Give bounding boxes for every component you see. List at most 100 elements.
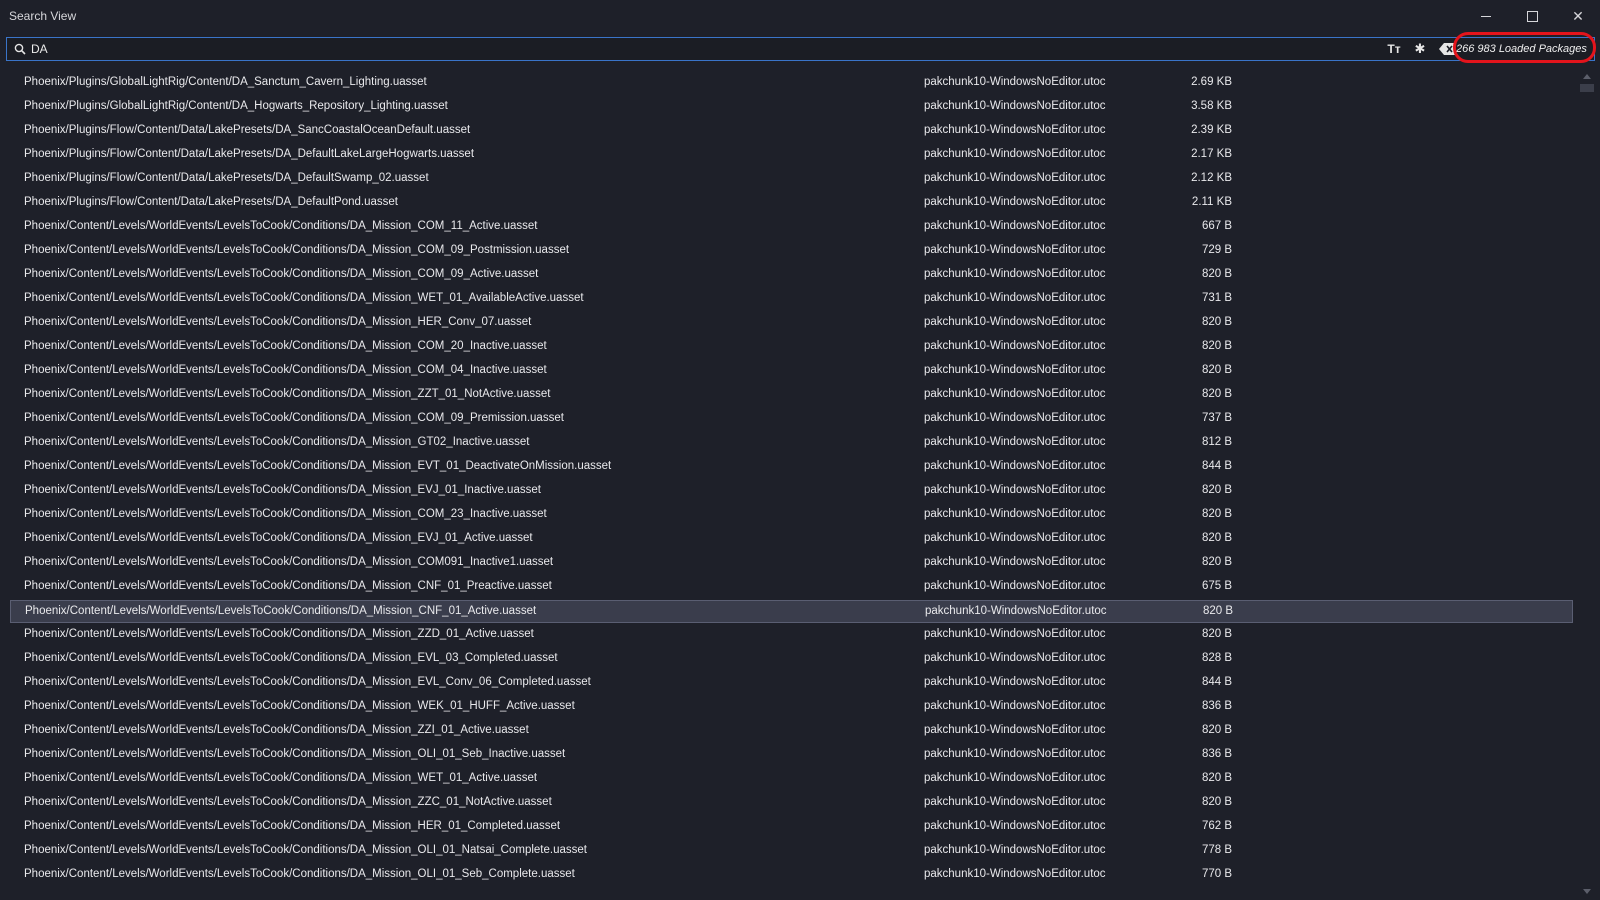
scroll-thumb[interactable] (1580, 84, 1594, 92)
result-row[interactable]: Phoenix/Content/Levels/WorldEvents/Level… (10, 312, 1573, 335)
result-row[interactable]: Phoenix/Plugins/Flow/Content/Data/LakePr… (10, 168, 1573, 191)
result-size: 2.11 KB (1191, 196, 1232, 208)
result-row[interactable]: Phoenix/Content/Levels/WorldEvents/Level… (10, 624, 1573, 647)
result-path: Phoenix/Content/Levels/WorldEvents/Level… (24, 820, 561, 832)
result-path: Phoenix/Content/Levels/WorldEvents/Level… (24, 292, 584, 304)
maximize-icon (1526, 10, 1538, 22)
result-row[interactable]: Phoenix/Content/Levels/WorldEvents/Level… (10, 528, 1573, 551)
result-package: pakchunk10-WindowsNoEditor.utoc (924, 460, 1106, 472)
result-path: Phoenix/Content/Levels/WorldEvents/Level… (25, 605, 537, 617)
match-case-icon[interactable]: Tт (1385, 41, 1403, 57)
result-row[interactable]: Phoenix/Content/Levels/WorldEvents/Level… (10, 336, 1573, 359)
result-path: Phoenix/Content/Levels/WorldEvents/Level… (24, 772, 538, 784)
loaded-packages-count: 266 983 Loaded Packages (1456, 43, 1587, 55)
result-row[interactable]: Phoenix/Content/Levels/WorldEvents/Level… (10, 672, 1573, 695)
result-package: pakchunk10-WindowsNoEditor.utoc (924, 580, 1106, 592)
result-path: Phoenix/Content/Levels/WorldEvents/Level… (24, 364, 547, 376)
scroll-down-icon[interactable] (1583, 889, 1591, 894)
result-size: 2.12 KB (1191, 172, 1232, 184)
result-path: Phoenix/Plugins/GlobalLightRig/Content/D… (24, 100, 448, 112)
result-row[interactable]: Phoenix/Content/Levels/WorldEvents/Level… (10, 768, 1573, 791)
result-row[interactable]: Phoenix/Content/Levels/WorldEvents/Level… (10, 432, 1573, 455)
result-package: pakchunk10-WindowsNoEditor.utoc (924, 268, 1106, 280)
result-package: pakchunk10-WindowsNoEditor.utoc (924, 412, 1106, 424)
result-row[interactable]: Phoenix/Content/Levels/WorldEvents/Level… (10, 288, 1573, 311)
window-title: Search View (9, 9, 77, 23)
result-size: 844 B (1201, 676, 1232, 688)
result-path: Phoenix/Content/Levels/WorldEvents/Level… (24, 340, 547, 352)
result-package: pakchunk10-WindowsNoEditor.utoc (924, 316, 1106, 328)
result-package: pakchunk10-WindowsNoEditor.utoc (924, 100, 1106, 112)
result-row[interactable]: Phoenix/Content/Levels/WorldEvents/Level… (10, 816, 1573, 839)
result-size: 844 B (1201, 460, 1232, 472)
result-package: pakchunk10-WindowsNoEditor.utoc (924, 220, 1106, 232)
result-row[interactable]: Phoenix/Content/Levels/WorldEvents/Level… (10, 360, 1573, 383)
result-row[interactable]: Phoenix/Content/Levels/WorldEvents/Level… (10, 696, 1573, 719)
result-row[interactable]: Phoenix/Content/Levels/WorldEvents/Level… (10, 504, 1573, 527)
scroll-up-icon[interactable] (1583, 74, 1591, 79)
clear-search-icon[interactable] (1438, 41, 1456, 57)
result-size: 770 B (1201, 868, 1232, 880)
result-row[interactable]: Phoenix/Content/Levels/WorldEvents/Level… (10, 576, 1573, 599)
result-size: 667 B (1201, 220, 1232, 232)
result-package: pakchunk10-WindowsNoEditor.utoc (925, 605, 1107, 617)
result-path: Phoenix/Plugins/Flow/Content/Data/LakePr… (24, 172, 429, 184)
result-size: 729 B (1201, 244, 1232, 256)
minimize-icon (1481, 15, 1491, 17)
result-path: Phoenix/Content/Levels/WorldEvents/Level… (24, 412, 564, 424)
result-package: pakchunk10-WindowsNoEditor.utoc (924, 364, 1106, 376)
minimize-button[interactable] (1463, 0, 1509, 32)
maximize-button[interactable] (1509, 0, 1555, 32)
result-row[interactable]: Phoenix/Content/Levels/WorldEvents/Level… (10, 600, 1573, 623)
result-row[interactable]: Phoenix/Content/Levels/WorldEvents/Level… (10, 744, 1573, 767)
result-path: Phoenix/Content/Levels/WorldEvents/Level… (24, 244, 570, 256)
result-row[interactable]: Phoenix/Plugins/GlobalLightRig/Content/D… (10, 96, 1573, 119)
result-row[interactable]: Phoenix/Content/Levels/WorldEvents/Level… (10, 648, 1573, 671)
results-list[interactable]: Phoenix/Plugins/GlobalLightRig/Content/D… (0, 72, 1578, 900)
result-row[interactable]: Phoenix/Content/Levels/WorldEvents/Level… (10, 792, 1573, 815)
result-package: pakchunk10-WindowsNoEditor.utoc (924, 532, 1106, 544)
result-row[interactable]: Phoenix/Content/Levels/WorldEvents/Level… (10, 408, 1573, 431)
search-icon (14, 43, 26, 55)
regex-icon[interactable]: ✱ (1412, 41, 1428, 57)
result-path: Phoenix/Content/Levels/WorldEvents/Level… (24, 508, 547, 520)
result-path: Phoenix/Content/Levels/WorldEvents/Level… (24, 484, 541, 496)
result-row[interactable]: Phoenix/Content/Levels/WorldEvents/Level… (10, 264, 1573, 287)
result-package: pakchunk10-WindowsNoEditor.utoc (924, 868, 1106, 880)
scrollbar[interactable] (1579, 72, 1595, 900)
close-button[interactable]: ✕ (1555, 0, 1600, 32)
result-path: Phoenix/Plugins/Flow/Content/Data/LakePr… (24, 196, 398, 208)
result-path: Phoenix/Content/Levels/WorldEvents/Level… (24, 628, 534, 640)
result-path: Phoenix/Content/Levels/WorldEvents/Level… (24, 748, 566, 760)
result-size: 820 B (1201, 772, 1232, 784)
result-size: 820 B (1202, 605, 1233, 617)
result-size: 2.69 KB (1191, 76, 1232, 88)
result-row[interactable]: Phoenix/Content/Levels/WorldEvents/Level… (10, 864, 1573, 887)
result-row[interactable]: Phoenix/Content/Levels/WorldEvents/Level… (10, 480, 1573, 503)
result-row[interactable]: Phoenix/Content/Levels/WorldEvents/Level… (10, 552, 1573, 575)
result-row[interactable]: Phoenix/Content/Levels/WorldEvents/Level… (10, 720, 1573, 743)
result-row[interactable]: Phoenix/Plugins/GlobalLightRig/Content/D… (10, 72, 1573, 95)
result-package: pakchunk10-WindowsNoEditor.utoc (924, 748, 1106, 760)
result-row[interactable]: Phoenix/Content/Levels/WorldEvents/Level… (10, 384, 1573, 407)
result-row[interactable]: Phoenix/Content/Levels/WorldEvents/Level… (10, 240, 1573, 263)
result-path: Phoenix/Content/Levels/WorldEvents/Level… (24, 844, 587, 856)
result-size: 731 B (1201, 292, 1232, 304)
result-row[interactable]: Phoenix/Content/Levels/WorldEvents/Level… (10, 216, 1573, 239)
result-package: pakchunk10-WindowsNoEditor.utoc (924, 844, 1106, 856)
result-row[interactable]: Phoenix/Plugins/Flow/Content/Data/LakePr… (10, 192, 1573, 215)
result-row[interactable]: Phoenix/Plugins/Flow/Content/Data/LakePr… (10, 120, 1573, 143)
result-package: pakchunk10-WindowsNoEditor.utoc (924, 508, 1106, 520)
search-input[interactable] (31, 40, 1331, 58)
result-package: pakchunk10-WindowsNoEditor.utoc (924, 676, 1106, 688)
result-path: Phoenix/Content/Levels/WorldEvents/Level… (24, 724, 529, 736)
result-path: Phoenix/Plugins/Flow/Content/Data/LakePr… (24, 148, 475, 160)
result-size: 3.58 KB (1191, 100, 1232, 112)
result-package: pakchunk10-WindowsNoEditor.utoc (924, 628, 1106, 640)
result-path: Phoenix/Content/Levels/WorldEvents/Level… (24, 268, 539, 280)
result-row[interactable]: Phoenix/Content/Levels/WorldEvents/Level… (10, 456, 1573, 479)
result-package: pakchunk10-WindowsNoEditor.utoc (924, 196, 1106, 208)
result-size: 820 B (1201, 484, 1232, 496)
result-row[interactable]: Phoenix/Plugins/Flow/Content/Data/LakePr… (10, 144, 1573, 167)
result-row[interactable]: Phoenix/Content/Levels/WorldEvents/Level… (10, 840, 1573, 863)
